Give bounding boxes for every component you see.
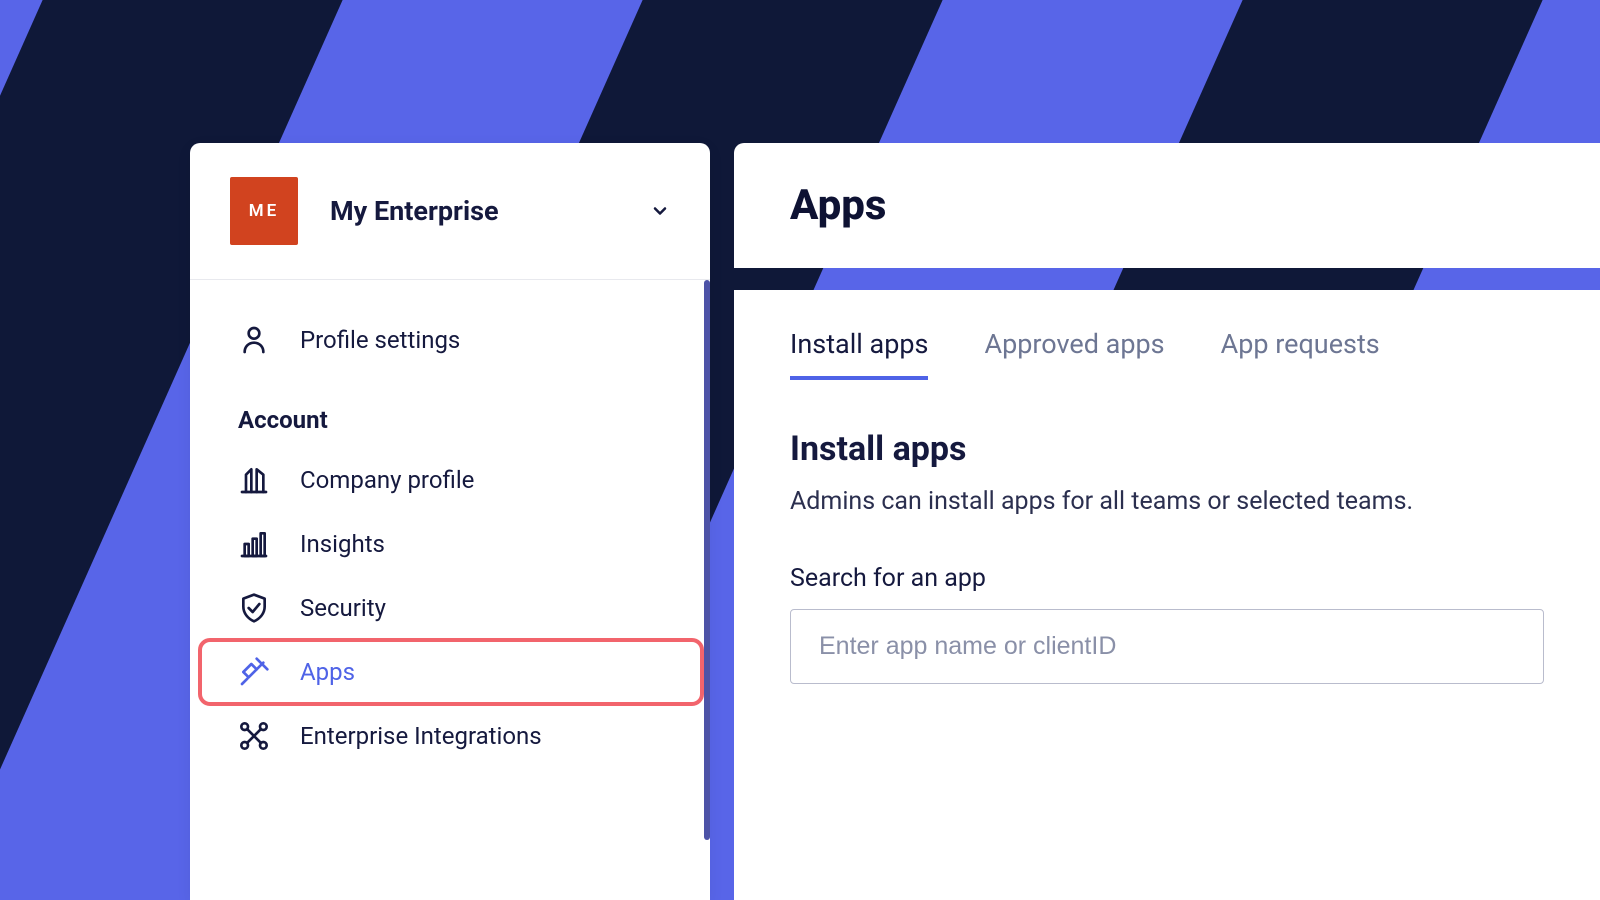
sidebar-item-insights[interactable]: Insights [190, 512, 710, 576]
sidebar-item-label: Apps [300, 658, 355, 686]
sidebar-body: Profile settings Account Company profile… [190, 280, 710, 768]
app-window: ME My Enterprise Profile settings Accoun… [190, 143, 1600, 900]
search-label: Search for an app [790, 564, 1544, 593]
section-description: Admins can install apps for all teams or… [790, 487, 1544, 516]
org-switcher[interactable]: ME My Enterprise [190, 143, 710, 280]
shield-icon [238, 592, 270, 624]
section-title: Install apps [790, 429, 1544, 469]
integrations-icon [238, 720, 270, 752]
building-icon [238, 464, 270, 496]
tab-approved-apps[interactable]: Approved apps [984, 320, 1164, 380]
main-panel: Apps Install apps Approved apps App requ… [734, 143, 1600, 900]
main-body: Install apps Approved apps App requests … [734, 290, 1600, 900]
highlight-annotation [198, 638, 704, 706]
page-title: Apps [790, 181, 1544, 230]
sidebar-item-label: Company profile [300, 466, 474, 494]
sidebar: ME My Enterprise Profile settings Accoun… [190, 143, 710, 900]
search-input[interactable] [790, 609, 1544, 684]
sidebar-item-label: Security [300, 594, 386, 622]
main-header: Apps [734, 143, 1600, 268]
user-icon [238, 324, 270, 356]
sidebar-item-label: Enterprise Integrations [300, 722, 542, 750]
chart-icon [238, 528, 270, 560]
org-name: My Enterprise [330, 195, 618, 227]
sidebar-item-profile-settings[interactable]: Profile settings [190, 308, 710, 372]
tab-app-requests[interactable]: App requests [1221, 320, 1380, 380]
sidebar-item-security[interactable]: Security [190, 576, 710, 640]
chevron-down-icon [650, 201, 670, 221]
sidebar-item-label: Insights [300, 530, 385, 558]
sidebar-section-account: Account [190, 372, 710, 448]
sidebar-item-apps[interactable]: Apps [190, 640, 710, 704]
plug-icon [238, 656, 270, 688]
sidebar-item-company-profile[interactable]: Company profile [190, 448, 710, 512]
tab-install-apps[interactable]: Install apps [790, 320, 928, 380]
org-badge: ME [230, 177, 298, 245]
tabs: Install apps Approved apps App requests [790, 320, 1544, 381]
sidebar-item-label: Profile settings [300, 326, 460, 354]
sidebar-item-enterprise-integrations[interactable]: Enterprise Integrations [190, 704, 710, 768]
